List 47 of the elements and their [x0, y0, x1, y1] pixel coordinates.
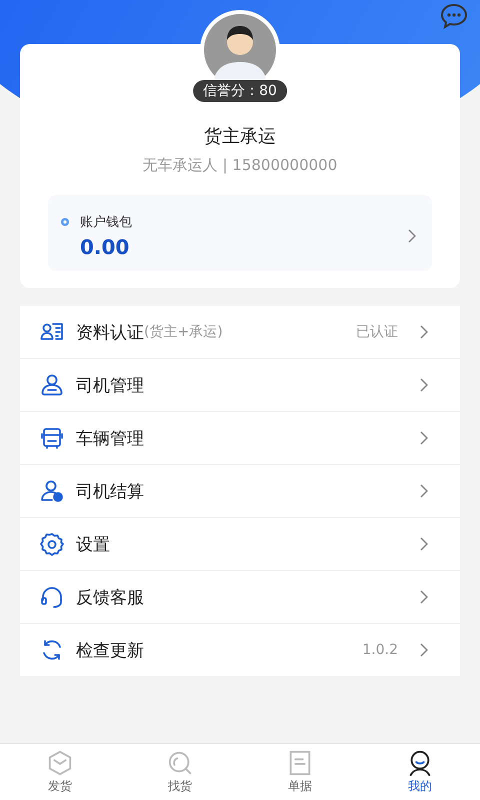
- menu-item[interactable]: 检查更新 1.0.2: [20, 624, 460, 676]
- chevron-right-icon: [420, 325, 428, 339]
- box-icon: [47, 750, 73, 776]
- wallet-label: 账户钱包: [80, 214, 132, 231]
- menu-label: 司机管理: [76, 374, 144, 396]
- chat-bubble-icon[interactable]: [440, 3, 468, 29]
- menu-label: 车辆管理: [76, 428, 144, 450]
- menu-item[interactable]: 反馈客服: [20, 571, 460, 624]
- search-icon: [167, 750, 193, 776]
- user-subtitle: 无车承运人 | 15800000000: [142, 156, 338, 175]
- menu-label: 资料认证: [76, 322, 144, 344]
- tab[interactable]: 发货: [0, 744, 120, 800]
- person-icon: [40, 373, 64, 397]
- headset-icon: [40, 585, 64, 609]
- refresh-icon: [40, 638, 64, 662]
- bus-icon: [40, 426, 64, 450]
- chevron-right-icon: [420, 537, 428, 551]
- menu-value: 1.0.2: [362, 642, 398, 658]
- tab[interactable]: 单据: [240, 744, 360, 800]
- chevron-right-icon: [420, 378, 428, 392]
- person-coin-icon: [40, 479, 64, 503]
- menu-label: 检查更新: [76, 640, 144, 662]
- credit-score-badge: 信誉分：80: [193, 80, 287, 102]
- menu-label: 司机结算: [76, 480, 144, 502]
- menu-label: 反馈客服: [76, 586, 144, 608]
- menu-item[interactable]: 司机结算: [20, 465, 460, 518]
- chevron-right-icon: [420, 590, 428, 604]
- user-name: 货主承运: [204, 125, 276, 148]
- menu-value: 已认证: [356, 323, 398, 341]
- dot-icon: [60, 217, 70, 227]
- wallet-panel[interactable]: 账户钱包 0.00: [48, 195, 432, 271]
- person-icon: [407, 750, 433, 776]
- chevron-right-icon: [420, 643, 428, 657]
- menu-item[interactable]: 车辆管理: [20, 412, 460, 465]
- chevron-right-icon: [420, 431, 428, 445]
- document-icon: [287, 750, 313, 776]
- tab[interactable]: 找货: [120, 744, 240, 800]
- menu-item[interactable]: 资料认证(货主+承运) 已认证: [20, 306, 460, 359]
- wallet-amount: 0.00: [80, 235, 130, 259]
- tab[interactable]: 我的: [360, 744, 480, 800]
- menu-note: (货主+承运): [144, 323, 223, 341]
- settings-icon: [40, 532, 64, 556]
- chevron-right-icon: [420, 484, 428, 498]
- menu-item[interactable]: 司机管理: [20, 359, 460, 412]
- chevron-right-icon: [408, 229, 416, 243]
- menu-item[interactable]: 设置: [20, 518, 460, 571]
- menu-label: 设置: [76, 534, 110, 556]
